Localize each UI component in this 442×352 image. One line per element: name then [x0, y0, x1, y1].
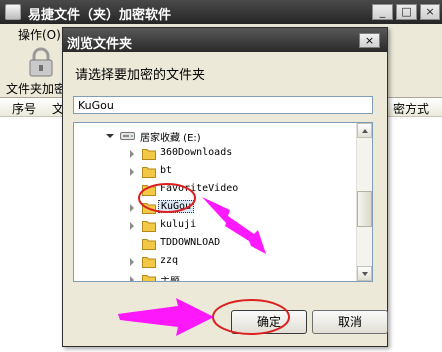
- folder-icon: [142, 185, 156, 196]
- chevron-down-icon: [362, 272, 368, 276]
- expand-arrow-icon[interactable]: [130, 222, 134, 230]
- collapse-arrow-icon[interactable]: [106, 134, 114, 138]
- dialog-prompt: 请选择要加密的文件夹: [75, 68, 206, 83]
- tree-label-folder: zzq: [160, 255, 179, 266]
- expand-arrow-icon[interactable]: [130, 168, 134, 176]
- tree-label-folder: kuluji: [160, 219, 197, 230]
- menu-operation[interactable]: 操作(O): [18, 26, 61, 43]
- tree-label-folder: 主题: [160, 273, 180, 281]
- dialog-title: 浏览文件夹: [67, 37, 133, 52]
- maximize-button[interactable]: □: [396, 4, 417, 20]
- tree-scrollbar[interactable]: [356, 123, 372, 281]
- scroll-thumb[interactable]: [357, 191, 372, 227]
- folder-icon: [142, 221, 156, 232]
- folder-icon: [142, 167, 156, 178]
- tree-item-kugou-selected[interactable]: KuGou: [74, 199, 356, 217]
- folder-path-field[interactable]: KuGou: [73, 96, 373, 114]
- tree-item-folder[interactable]: kuluji: [74, 217, 356, 235]
- cancel-button[interactable]: 取消: [312, 310, 388, 334]
- column-header-index[interactable]: 序号: [12, 100, 36, 117]
- chevron-up-icon: [362, 129, 368, 133]
- scroll-down-button[interactable]: [357, 266, 372, 281]
- app-close-button[interactable]: ×: [420, 4, 440, 20]
- drive-icon: [120, 132, 135, 140]
- column-header-method[interactable]: 密方式: [393, 100, 429, 117]
- folder-tree[interactable]: 居家收藏 (E:) 360Downloads bt FavoriteVideo …: [73, 122, 373, 282]
- expand-arrow-icon[interactable]: [130, 276, 134, 281]
- folder-icon: [142, 275, 156, 281]
- folder-icon: [142, 239, 156, 250]
- app-title: 易捷文件（夹）加密软件: [28, 8, 172, 23]
- tree-label-folder: KuGou: [158, 200, 195, 213]
- lock-icon[interactable]: [28, 47, 54, 77]
- expand-arrow-icon[interactable]: [130, 150, 134, 158]
- tree-label-drive: 居家收藏 (E:): [140, 133, 201, 144]
- ok-button[interactable]: 确定: [231, 310, 307, 334]
- dialog-titlebar: 浏览文件夹 ×: [63, 28, 387, 52]
- folder-icon: [142, 203, 156, 214]
- tree-item-folder[interactable]: 主题: [74, 271, 356, 281]
- tree-label-folder: 360Downloads: [160, 147, 233, 158]
- folder-icon: [142, 149, 156, 160]
- app-titlebar: 易捷文件（夹）加密软件 _ □ ×: [0, 0, 442, 24]
- tree-label-folder: TDDOWNLOAD: [160, 237, 221, 248]
- tree-item-folder[interactable]: TDDOWNLOAD: [74, 235, 356, 253]
- tree-item-drive[interactable]: 居家收藏 (E:): [74, 127, 356, 145]
- toolbar-folder-encrypt-label[interactable]: 文件夹加密: [6, 80, 66, 97]
- app-icon: [5, 4, 21, 20]
- tree-item-folder[interactable]: FavoriteVideo: [74, 181, 356, 199]
- browse-folder-dialog: 浏览文件夹 × 请选择要加密的文件夹 KuGou 居家收藏 (E:) 360Do…: [62, 27, 388, 347]
- scroll-up-button[interactable]: [357, 123, 372, 138]
- folder-icon: [142, 257, 156, 268]
- tree-item-folder[interactable]: 360Downloads: [74, 145, 356, 163]
- dialog-close-button[interactable]: ×: [359, 33, 380, 48]
- expand-arrow-icon[interactable]: [130, 258, 134, 266]
- tree-label-folder: bt: [160, 165, 173, 176]
- tree-item-folder[interactable]: bt: [74, 163, 356, 181]
- minimize-button[interactable]: _: [372, 4, 393, 20]
- expand-arrow-icon[interactable]: [130, 204, 134, 212]
- tree-label-folder: FavoriteVideo: [160, 183, 239, 194]
- tree-item-folder[interactable]: zzq: [74, 253, 356, 271]
